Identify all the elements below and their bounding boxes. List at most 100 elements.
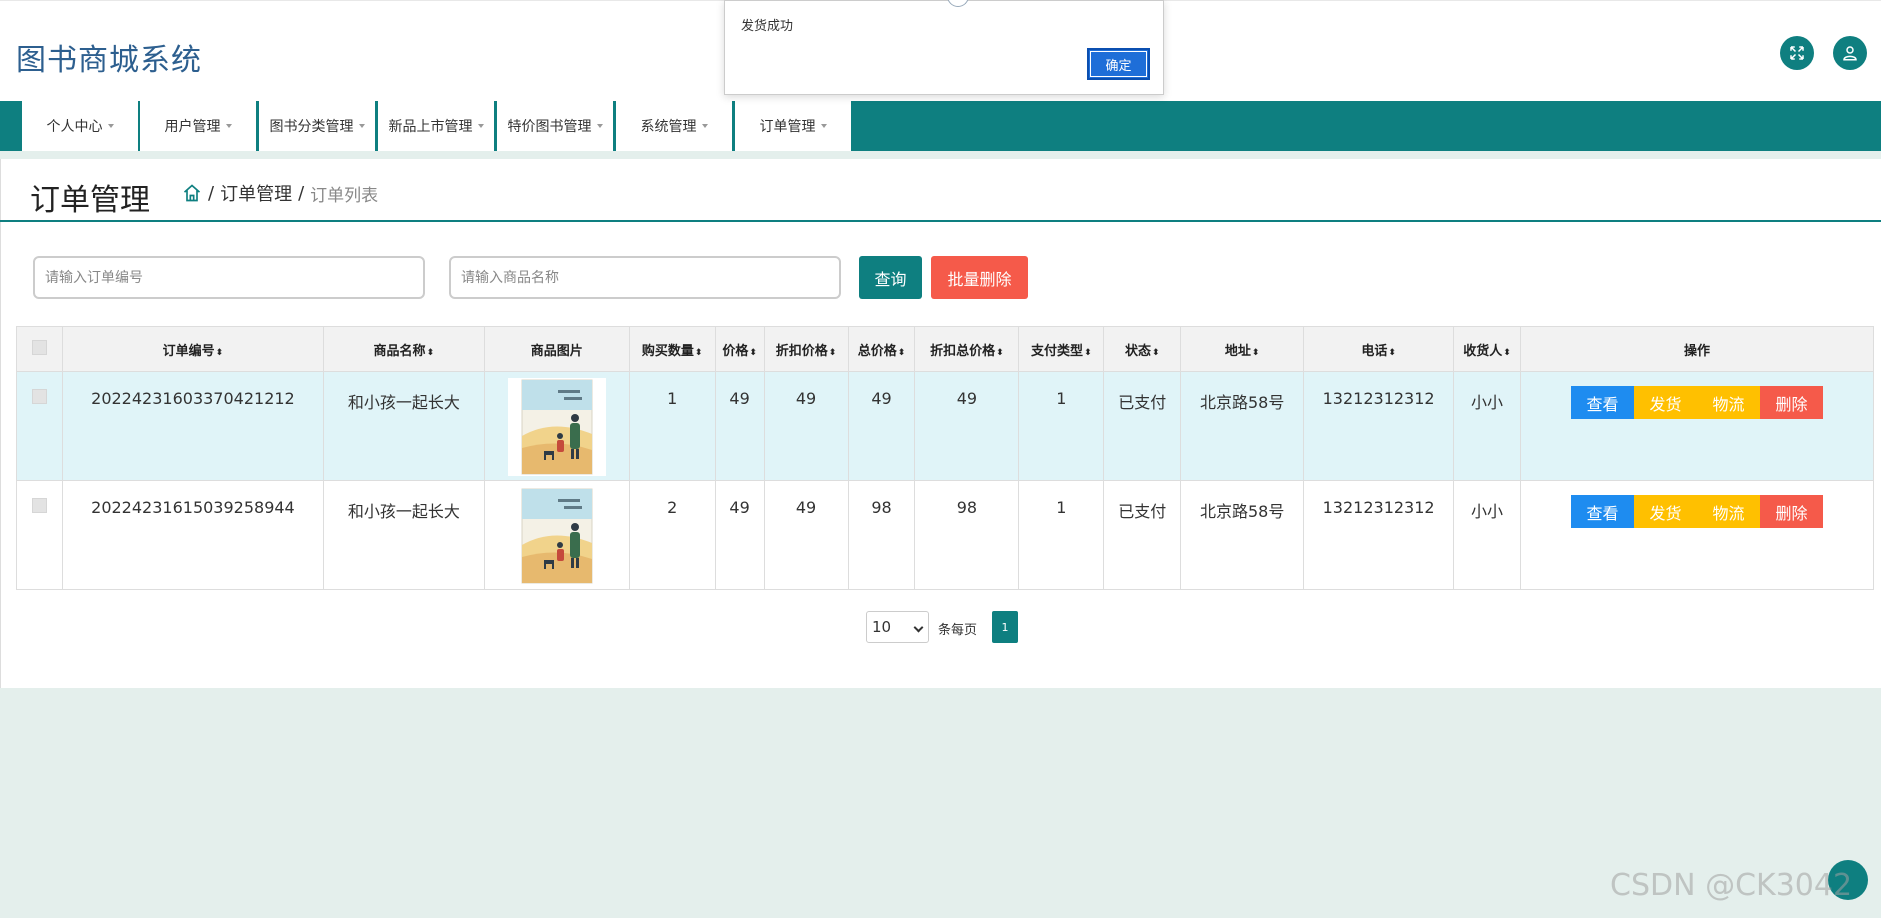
sort-icon: ⬍ (996, 347, 1004, 358)
header-product-image: 商品图片 (483, 326, 630, 372)
user-button[interactable] (1833, 36, 1867, 70)
sort-icon: ⬍ (1388, 347, 1396, 358)
header-total[interactable]: 总价格⬍ (847, 326, 916, 372)
breadcrumb: / 订单管理 / 订单列表 (182, 180, 378, 206)
nav-label: 用户管理 (164, 119, 221, 135)
header-pay-type[interactable]: 支付类型⬍ (1018, 326, 1105, 372)
receiver-cell: 小小 (1453, 480, 1522, 590)
watermark: CSDN @CK3042 (1610, 868, 1853, 903)
nav-item-orders[interactable]: 订单管理 (735, 101, 852, 151)
header-discount-price[interactable]: 折扣价格⬍ (763, 326, 849, 372)
dialog-icon (947, 0, 969, 7)
user-icon (1843, 46, 1857, 61)
delete-button[interactable]: 删除 (1760, 495, 1823, 528)
nav-divider (0, 151, 1881, 159)
select-all-checkbox[interactable] (31, 339, 47, 355)
price-cell: 49 (714, 371, 765, 481)
row-checkbox[interactable] (31, 389, 47, 404)
header-address[interactable]: 地址⬍ (1180, 326, 1305, 372)
nav-item-new-books[interactable]: 新品上市管理 (378, 101, 495, 151)
row-select-cell (16, 371, 63, 481)
product-name-cell: 和小孩一起长大 (322, 480, 485, 590)
discount-price-cell: 49 (763, 480, 849, 590)
table-header-row: 订单编号⬍ 商品名称⬍ 商品图片 购买数量⬍ 价格⬍ 折扣价格⬍ 总价格⬍ 折扣… (16, 326, 1874, 372)
discount-total-cell: 98 (914, 480, 1020, 590)
delete-button[interactable]: 删除 (1760, 386, 1823, 419)
page-number-button[interactable]: 1 (992, 611, 1018, 643)
order-no-cell: 20224231603370421212 (61, 371, 324, 481)
header-order-no[interactable]: 订单编号⬍ (61, 326, 324, 372)
nav-item-special-books[interactable]: 特价图书管理 (497, 101, 614, 151)
ship-button[interactable]: 发货 (1634, 495, 1697, 528)
product-image-cell (483, 480, 630, 590)
quantity-cell: 2 (628, 480, 716, 590)
caret-down-icon (107, 124, 114, 128)
sort-icon: ⬍ (1251, 347, 1260, 358)
dialog-ok-button[interactable]: 确定 (1087, 48, 1150, 80)
sort-icon: ⬍ (215, 347, 224, 358)
nav-item-users[interactable]: 用户管理 (140, 101, 257, 151)
table-row: 20224231603370421212 和小孩一起长大 1 49 49 49 … (16, 371, 1874, 481)
ship-button[interactable]: 发货 (1634, 386, 1697, 419)
success-dialog: 发货成功 确定 (724, 0, 1164, 95)
status-cell: 已支付 (1103, 480, 1182, 590)
sort-icon: ⬍ (694, 347, 703, 358)
per-page-label: 条每页 (938, 623, 978, 638)
batch-delete-button[interactable]: 批量删除 (931, 256, 1028, 299)
nav-label: 新品上市管理 (388, 119, 473, 135)
breadcrumb-section[interactable]: 订单管理 (220, 180, 292, 206)
logistics-button[interactable]: 物流 (1697, 495, 1760, 528)
fullscreen-button[interactable] (1780, 36, 1814, 70)
caret-down-icon (477, 124, 484, 128)
book-cover-image (507, 378, 606, 476)
breadcrumb-separator: / (208, 182, 215, 204)
header-price[interactable]: 价格⬍ (714, 326, 765, 372)
sort-icon: ⬍ (426, 347, 435, 358)
sort-icon: ⬍ (897, 347, 906, 358)
pay-type-cell: 1 (1018, 371, 1105, 481)
price-cell: 49 (714, 480, 765, 590)
book-cover-image (507, 487, 606, 585)
query-button[interactable]: 查询 (859, 256, 922, 299)
caret-down-icon (596, 124, 603, 128)
row-select-cell (16, 480, 63, 590)
header-product-name[interactable]: 商品名称⬍ (322, 326, 485, 372)
header-receiver[interactable]: 收货人⬍ (1453, 326, 1522, 372)
nav-label: 系统管理 (640, 119, 697, 135)
header-phone[interactable]: 电话⬍ (1303, 326, 1455, 372)
header-actions: 操作 (1520, 326, 1874, 372)
nav-label: 个人中心 (46, 119, 103, 135)
total-cell: 98 (847, 480, 916, 590)
nav-item-system[interactable]: 系统管理 (616, 101, 733, 151)
table-row: 20224231615039258944 和小孩一起长大 2 49 49 98 … (16, 480, 1874, 590)
nav-item-personal[interactable]: 个人中心 (22, 101, 139, 151)
logistics-button[interactable]: 物流 (1697, 386, 1760, 419)
nav-label: 订单管理 (759, 119, 816, 135)
chevron-down-icon (913, 622, 924, 633)
header-quantity[interactable]: 购买数量⬍ (628, 326, 716, 372)
row-checkbox[interactable] (31, 498, 47, 513)
order-no-cell: 20224231615039258944 (61, 480, 324, 590)
actions-cell: 查看 发货 物流 删除 (1520, 371, 1874, 481)
breadcrumb-current: 订单列表 (310, 185, 379, 206)
caret-down-icon (820, 124, 827, 128)
product-name-search-input[interactable] (449, 256, 841, 299)
home-icon[interactable] (182, 183, 202, 203)
header-status[interactable]: 状态⬍ (1103, 326, 1182, 372)
view-button[interactable]: 查看 (1571, 386, 1634, 419)
select-all-cell (16, 326, 63, 372)
actions-cell: 查看 发货 物流 删除 (1520, 480, 1874, 590)
discount-total-cell: 49 (914, 371, 1020, 481)
phone-cell: 13212312312 (1303, 480, 1455, 590)
sort-icon: ⬍ (749, 347, 757, 358)
view-button[interactable]: 查看 (1571, 495, 1634, 528)
page-size-select[interactable]: 10 (866, 611, 929, 643)
nav-item-book-category[interactable]: 图书分类管理 (259, 101, 376, 151)
order-no-search-input[interactable] (33, 256, 425, 299)
dialog-message: 发货成功 (741, 19, 794, 34)
breadcrumb-separator: / (298, 182, 305, 204)
caret-down-icon (358, 124, 365, 128)
header-discount-total[interactable]: 折扣总价格⬍ (914, 326, 1020, 372)
expand-icon (1790, 46, 1804, 60)
sort-icon: ⬍ (828, 347, 837, 358)
